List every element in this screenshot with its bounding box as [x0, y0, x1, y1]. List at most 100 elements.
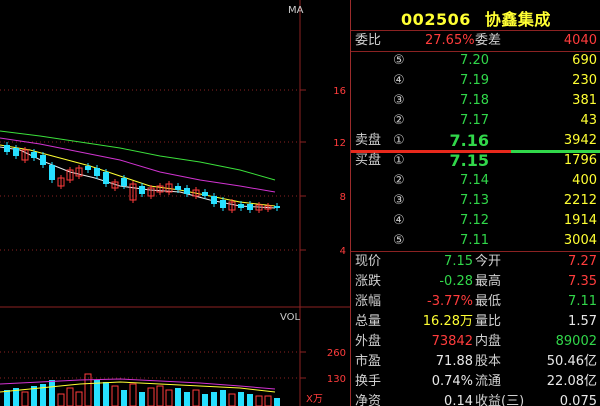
volume-bar-down — [238, 392, 244, 406]
ma-label: MA — [288, 5, 304, 16]
stat-label: 股本 — [475, 354, 502, 369]
volume-bar-up — [129, 383, 137, 406]
stats-row: 外盘 73842 内盘 89002 — [351, 332, 600, 352]
candlestick-down — [13, 148, 19, 156]
volume-unit-label: X万 — [306, 394, 323, 405]
sell-level-row[interactable]: ③ 7.18 381 — [351, 91, 600, 111]
weibi-value: 27.65% — [425, 33, 475, 48]
stock-title: 002506 协鑫集成 — [351, 6, 600, 30]
sell-level-row[interactable]: ⑤ 7.20 690 — [351, 51, 600, 71]
candlestick-down — [103, 172, 109, 184]
stat-value: 7.15 — [444, 254, 473, 269]
buy-level-volume: 1914 — [563, 213, 597, 228]
stat-value: 7.27 — [568, 254, 597, 269]
candlestick-down — [238, 204, 244, 208]
buy-level-row[interactable]: ④ 7.12 1914 — [351, 211, 600, 231]
kline-chart[interactable]: MA VOL 16 12 8 4 260 130 X万 — [0, 0, 350, 406]
quote-panel: 002506 协鑫集成 委比 27.65% 委差 4040 ⑤ 7.20 690 ④ 7… — [350, 0, 600, 406]
buy-level-price: 7.13 — [460, 193, 489, 208]
buy-level-price: 7.15 — [449, 151, 489, 170]
sell-level-volume: 690 — [572, 53, 597, 68]
stats-row: 市盈 71.88 股本 50.46亿 — [351, 352, 600, 372]
buy-level-row[interactable]: ② 7.14 400 — [351, 171, 600, 191]
sell-level-row[interactable]: ② 7.17 43 — [351, 111, 600, 131]
stat-value: -3.77% — [427, 294, 473, 309]
volume-bar-up — [255, 395, 263, 406]
stat-label: 换手 — [355, 374, 382, 389]
volume-tick-label: 260 — [327, 348, 346, 359]
ma-line-short — [0, 144, 276, 207]
volume-bar-down — [175, 388, 181, 406]
stats-row: 换手 0.74% 流通 22.08亿 — [351, 372, 600, 392]
candlestick-down — [220, 200, 226, 208]
candlestick-down — [121, 178, 127, 186]
sell-level-index: ④ — [393, 73, 405, 88]
candlestick-down — [184, 188, 190, 194]
sell-level-price: 7.18 — [460, 93, 489, 108]
price-tick-label: 8 — [340, 192, 346, 203]
volume-bar-up — [228, 393, 236, 406]
stat-label: 内盘 — [475, 334, 502, 349]
buy-level-index: ④ — [393, 213, 405, 228]
weibi-label: 委比 — [355, 33, 382, 48]
buy-level-volume: 2212 — [563, 193, 597, 208]
candlestick-down — [139, 186, 145, 194]
volume-bar-up — [84, 373, 92, 406]
candlestick-down — [175, 186, 181, 190]
candlestick-down — [202, 192, 208, 196]
stats-row: 涨跌 -0.28 最高 7.35 — [351, 272, 600, 292]
volume-bar-down — [274, 398, 280, 406]
stat-value: 0.14 — [444, 394, 473, 406]
candlestick-down — [49, 165, 55, 180]
stat-value: 0.075 — [559, 394, 597, 406]
volume-bar-up — [156, 385, 164, 406]
weicha-value: 4040 — [563, 33, 597, 48]
volume-bar-down — [247, 394, 253, 406]
buy-level-volume: 3004 — [563, 233, 597, 248]
sell-level-row[interactable]: ④ 7.19 230 — [351, 71, 600, 91]
kline-chart-pane[interactable]: MA VOL 16 12 8 4 260 130 X万 — [0, 0, 350, 406]
candlestick-down — [40, 155, 46, 165]
buy-level-row[interactable]: ⑤ 7.11 3004 — [351, 231, 600, 251]
price-tick-label: 12 — [333, 138, 346, 149]
stat-label: 市盈 — [355, 354, 382, 369]
volume-bar-down — [211, 392, 217, 406]
buy-level-price: 7.12 — [460, 213, 489, 228]
volume-tick-label: 130 — [327, 374, 346, 385]
buy-level-price: 7.14 — [460, 173, 489, 188]
volume-bar-down — [49, 380, 55, 406]
stat-value: 71.88 — [435, 354, 473, 369]
buy-level-volume: 1796 — [563, 153, 597, 168]
sell-level-index: ② — [393, 113, 405, 128]
candlestick-down — [211, 196, 217, 204]
sell-level-price: 7.19 — [460, 73, 489, 88]
volume-bar-down — [4, 390, 10, 406]
buy-level-price: 7.11 — [460, 233, 489, 248]
candlestick-down — [4, 145, 10, 152]
stats-row: 总量 16.28万 量比 1.57 — [351, 312, 600, 332]
buy-level-index: ⑤ — [393, 233, 405, 248]
volume-bar-up — [75, 391, 83, 406]
stock-code: 002506 — [401, 10, 471, 29]
volume-bar-down — [139, 392, 145, 406]
sell-level-price: 7.17 — [460, 113, 489, 128]
buy-level-index: ② — [393, 173, 405, 188]
stat-label: 收益(三) — [475, 394, 525, 406]
volume-bar-down — [103, 382, 109, 406]
stat-value: 7.11 — [568, 294, 597, 309]
sell-level-volume: 230 — [572, 73, 597, 88]
weibi-row: 委比 27.65% 委差 4040 — [351, 31, 600, 51]
stat-value: 1.57 — [568, 314, 597, 329]
volume-bar-up — [165, 389, 173, 406]
stat-value: 50.46亿 — [546, 354, 597, 369]
buy-level-row[interactable]: ③ 7.13 2212 — [351, 191, 600, 211]
sell-label: 卖盘 — [355, 133, 382, 148]
buy-level-row[interactable]: ① 7.15 1796 — [351, 151, 600, 171]
weicha-label: 委差 — [475, 33, 502, 48]
volume-bar-up — [264, 395, 272, 406]
stats-row: 净资 0.14 收益(三) 0.075 — [351, 392, 600, 406]
volume-bar-down — [184, 392, 190, 406]
sell-level-index: ③ — [393, 93, 405, 108]
candlestick-down — [274, 206, 280, 208]
stat-label: 涨跌 — [355, 274, 382, 289]
